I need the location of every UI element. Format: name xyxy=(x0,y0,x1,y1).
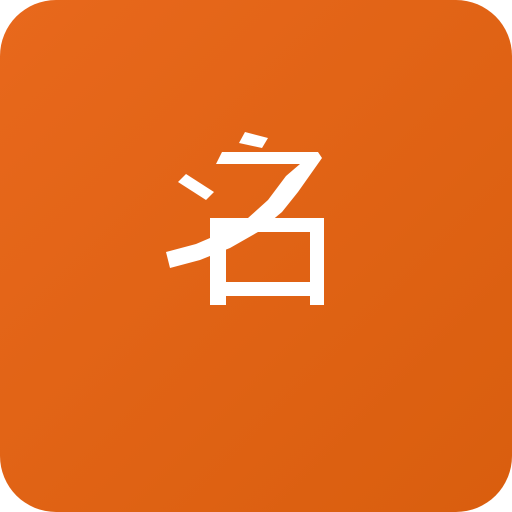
app-icon[interactable]: 名 xyxy=(0,0,512,512)
glyph-text: 名 xyxy=(168,130,328,310)
